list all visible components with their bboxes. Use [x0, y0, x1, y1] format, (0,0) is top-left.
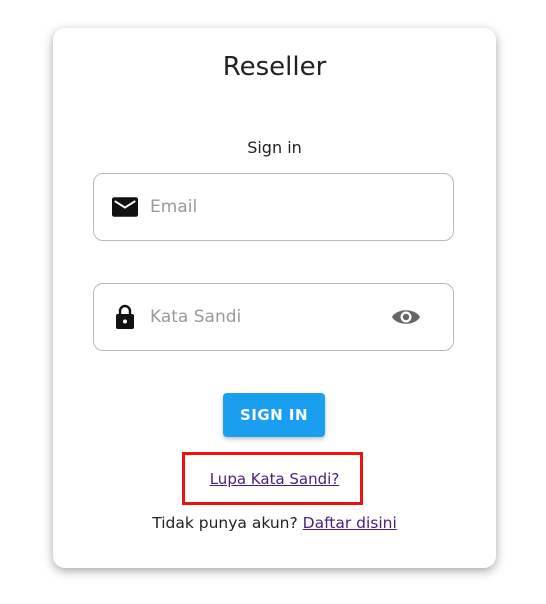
register-link[interactable]: Daftar disini — [303, 514, 397, 532]
lock-icon — [112, 304, 138, 330]
signin-button[interactable]: SIGN IN — [223, 393, 325, 437]
password-input[interactable] — [150, 284, 380, 350]
page-subtitle: Sign in — [247, 138, 302, 157]
mail-icon — [112, 194, 138, 220]
page-title: Reseller — [222, 52, 327, 82]
email-input[interactable] — [150, 174, 380, 240]
eye-icon[interactable] — [391, 306, 421, 328]
email-field[interactable] — [93, 173, 454, 241]
forgot-password-link[interactable]: Lupa Kata Sandi? — [53, 470, 496, 488]
register-prompt-text: Tidak punya akun? — [152, 514, 298, 532]
login-card: Reseller Sign in SIGN IN — [53, 28, 496, 568]
password-field[interactable] — [93, 283, 454, 351]
forgot-password-label[interactable]: Lupa Kata Sandi? — [210, 470, 340, 488]
register-prompt: Tidak punya akun? Daftar disini — [53, 514, 496, 532]
